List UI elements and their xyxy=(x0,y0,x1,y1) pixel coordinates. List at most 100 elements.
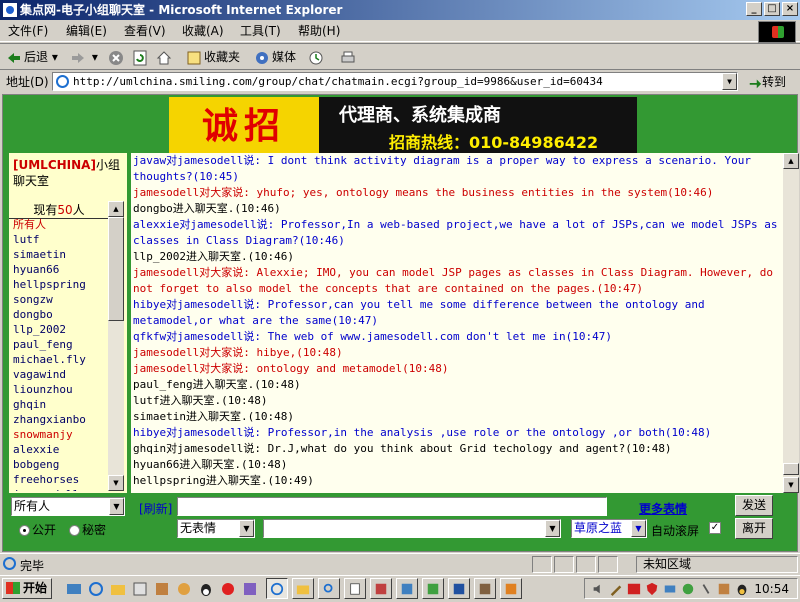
user-list-item[interactable]: simaetin xyxy=(13,247,105,262)
taskbar-app[interactable] xyxy=(318,578,340,599)
user-list-item[interactable]: hyuan66 xyxy=(13,262,105,277)
menu-help[interactable]: 帮助(H) xyxy=(298,23,340,39)
refresh-link[interactable]: [刷新] xyxy=(139,500,172,517)
start-button[interactable]: 开始 xyxy=(2,578,52,599)
back-button[interactable]: 后退 ▾ xyxy=(6,48,58,66)
security-zone: 未知区域 xyxy=(636,556,798,573)
chat-message: javaw对jamesodell说: I dont think activity… xyxy=(133,154,752,183)
minimize-button[interactable]: _ xyxy=(746,2,762,16)
title-bar[interactable]: 集点网-电子小组聊天室 - Microsoft Internet Explore… xyxy=(0,0,800,20)
send-button[interactable]: 发送 xyxy=(735,495,773,516)
public-radio[interactable]: 公开 xyxy=(19,521,56,538)
ad-banner[interactable]: 诚招 代理商、系统集成商 招商热线：010-84986422 xyxy=(169,97,637,155)
history-icon xyxy=(309,51,323,64)
banner-line2: 招商热线：010-84986422 xyxy=(389,133,599,152)
print-button[interactable] xyxy=(340,48,358,66)
qq-icon[interactable] xyxy=(198,581,214,597)
favorites-button[interactable]: 收藏夹 xyxy=(186,48,240,66)
pen-icon[interactable] xyxy=(609,582,623,596)
home-button[interactable] xyxy=(156,48,174,66)
clip-icon[interactable] xyxy=(699,582,713,596)
app-icon[interactable] xyxy=(154,581,170,597)
user-list-item[interactable]: vagawind xyxy=(13,367,105,382)
user-list-item[interactable]: songzw xyxy=(13,292,105,307)
group-tag[interactable]: UMLCHINA xyxy=(18,158,90,172)
more-emotes-link[interactable]: 更多表情 xyxy=(639,500,687,517)
menu-edit[interactable]: 编辑(E) xyxy=(66,23,107,39)
taskbar-app[interactable] xyxy=(396,578,418,599)
chat-scrollbar[interactable]: ▲ ▼ xyxy=(783,153,799,493)
app-icon[interactable] xyxy=(242,581,258,597)
chat-message: jamesodell对大家说: yhufo; yes, ontology mea… xyxy=(133,186,714,199)
refresh-button[interactable] xyxy=(132,48,150,66)
menu-favorites[interactable]: 收藏(A) xyxy=(182,23,224,39)
user-list-item[interactable]: snowmanjy xyxy=(13,427,105,442)
close-button[interactable]: × xyxy=(782,2,798,16)
taskbar-app[interactable] xyxy=(474,578,496,599)
scroll-up-icon[interactable]: ▲ xyxy=(783,153,799,169)
user-list-item[interactable]: ghqin xyxy=(13,397,105,412)
user-list-item[interactable]: hellpspring xyxy=(13,277,105,292)
ie-icon[interactable] xyxy=(88,581,104,597)
user-list-item[interactable]: llp_2002 xyxy=(13,322,105,337)
user-list-item[interactable]: dongbo xyxy=(13,307,105,322)
autoscroll-checkbox[interactable]: ✓ xyxy=(709,522,721,534)
forward-button[interactable]: ▾ xyxy=(70,48,98,66)
user-list-item[interactable]: paul_feng xyxy=(13,337,105,352)
message-input[interactable] xyxy=(177,497,607,516)
menu-view[interactable]: 查看(V) xyxy=(124,23,166,39)
message-form: 所有人 ▼ [刷新] 更多表情 发送 公开 秘密 无表情 ▼ ▼ 草原之蓝 ▼ 自动滚… xyxy=(3,495,799,551)
ie-window: 集点网-电子小组聊天室 - Microsoft Internet Explore… xyxy=(0,0,800,600)
stop-button[interactable] xyxy=(108,48,126,66)
target-select[interactable]: 所有人 ▼ xyxy=(11,497,125,516)
app-icon[interactable] xyxy=(717,582,731,596)
user-list-scrollbar[interactable]: ▲ ▼ xyxy=(108,201,124,491)
taskbar-app[interactable] xyxy=(500,578,522,599)
scroll-down-icon[interactable]: ▼ xyxy=(783,477,799,493)
taskbar-app[interactable] xyxy=(422,578,444,599)
user-list-item[interactable]: liounzhou xyxy=(13,382,105,397)
app-icon xyxy=(479,583,491,595)
maximize-button[interactable]: □ xyxy=(764,2,780,16)
qq-icon[interactable] xyxy=(735,582,749,596)
network-icon[interactable] xyxy=(663,582,677,596)
taskbar-app[interactable] xyxy=(344,578,366,599)
go-button[interactable]: 转到 xyxy=(748,73,786,90)
taskbar-app[interactable] xyxy=(292,578,314,599)
explorer-icon[interactable] xyxy=(132,581,148,597)
scroll-down-icon[interactable]: ▼ xyxy=(108,475,124,491)
taskbar-app[interactable] xyxy=(370,578,392,599)
emote-select[interactable]: 无表情 ▼ xyxy=(177,519,255,538)
user-list-item[interactable]: michael.fly xyxy=(13,352,105,367)
user-list-item[interactable]: lutf xyxy=(13,232,105,247)
app-icon[interactable] xyxy=(681,582,695,596)
private-radio[interactable]: 秘密 xyxy=(69,521,106,538)
address-dropdown-icon[interactable]: ▼ xyxy=(722,73,737,90)
taskbar-ie-window[interactable] xyxy=(266,578,288,599)
taskbar-word[interactable] xyxy=(448,578,470,599)
menu-tools[interactable]: 工具(T) xyxy=(240,23,281,39)
leave-button[interactable]: 离开 xyxy=(735,518,773,539)
user-list-item[interactable]: zhangxianbo xyxy=(13,412,105,427)
user-list-item[interactable]: jamesodell xyxy=(13,487,105,491)
color-select[interactable]: 草原之蓝 ▼ xyxy=(571,519,647,538)
address-input[interactable]: http://umlchina.smiling.com/group/chat/c… xyxy=(52,72,738,91)
user-list-item[interactable]: 所有人 xyxy=(13,217,105,232)
menu-file[interactable]: 文件(F) xyxy=(8,23,48,39)
shield-icon[interactable] xyxy=(645,582,659,596)
scroll-thumb[interactable] xyxy=(108,217,124,321)
user-list-item[interactable]: freehorses xyxy=(13,472,105,487)
flashget-icon[interactable] xyxy=(220,581,236,597)
user-list-item[interactable]: alexxie xyxy=(13,442,105,457)
antivirus-icon[interactable] xyxy=(627,582,641,596)
paint-icon[interactable] xyxy=(176,581,192,597)
folder-icon[interactable] xyxy=(110,581,126,597)
history-button[interactable] xyxy=(308,48,326,66)
user-list-item[interactable]: bobgeng xyxy=(13,457,105,472)
desktop-icon[interactable] xyxy=(66,581,82,597)
volume-icon[interactable] xyxy=(591,582,605,596)
scroll-up-icon[interactable]: ▲ xyxy=(108,201,124,217)
media-button[interactable]: 媒体 xyxy=(254,48,296,66)
scroll-thumb[interactable] xyxy=(783,463,799,475)
action-select[interactable]: ▼ xyxy=(263,519,561,538)
